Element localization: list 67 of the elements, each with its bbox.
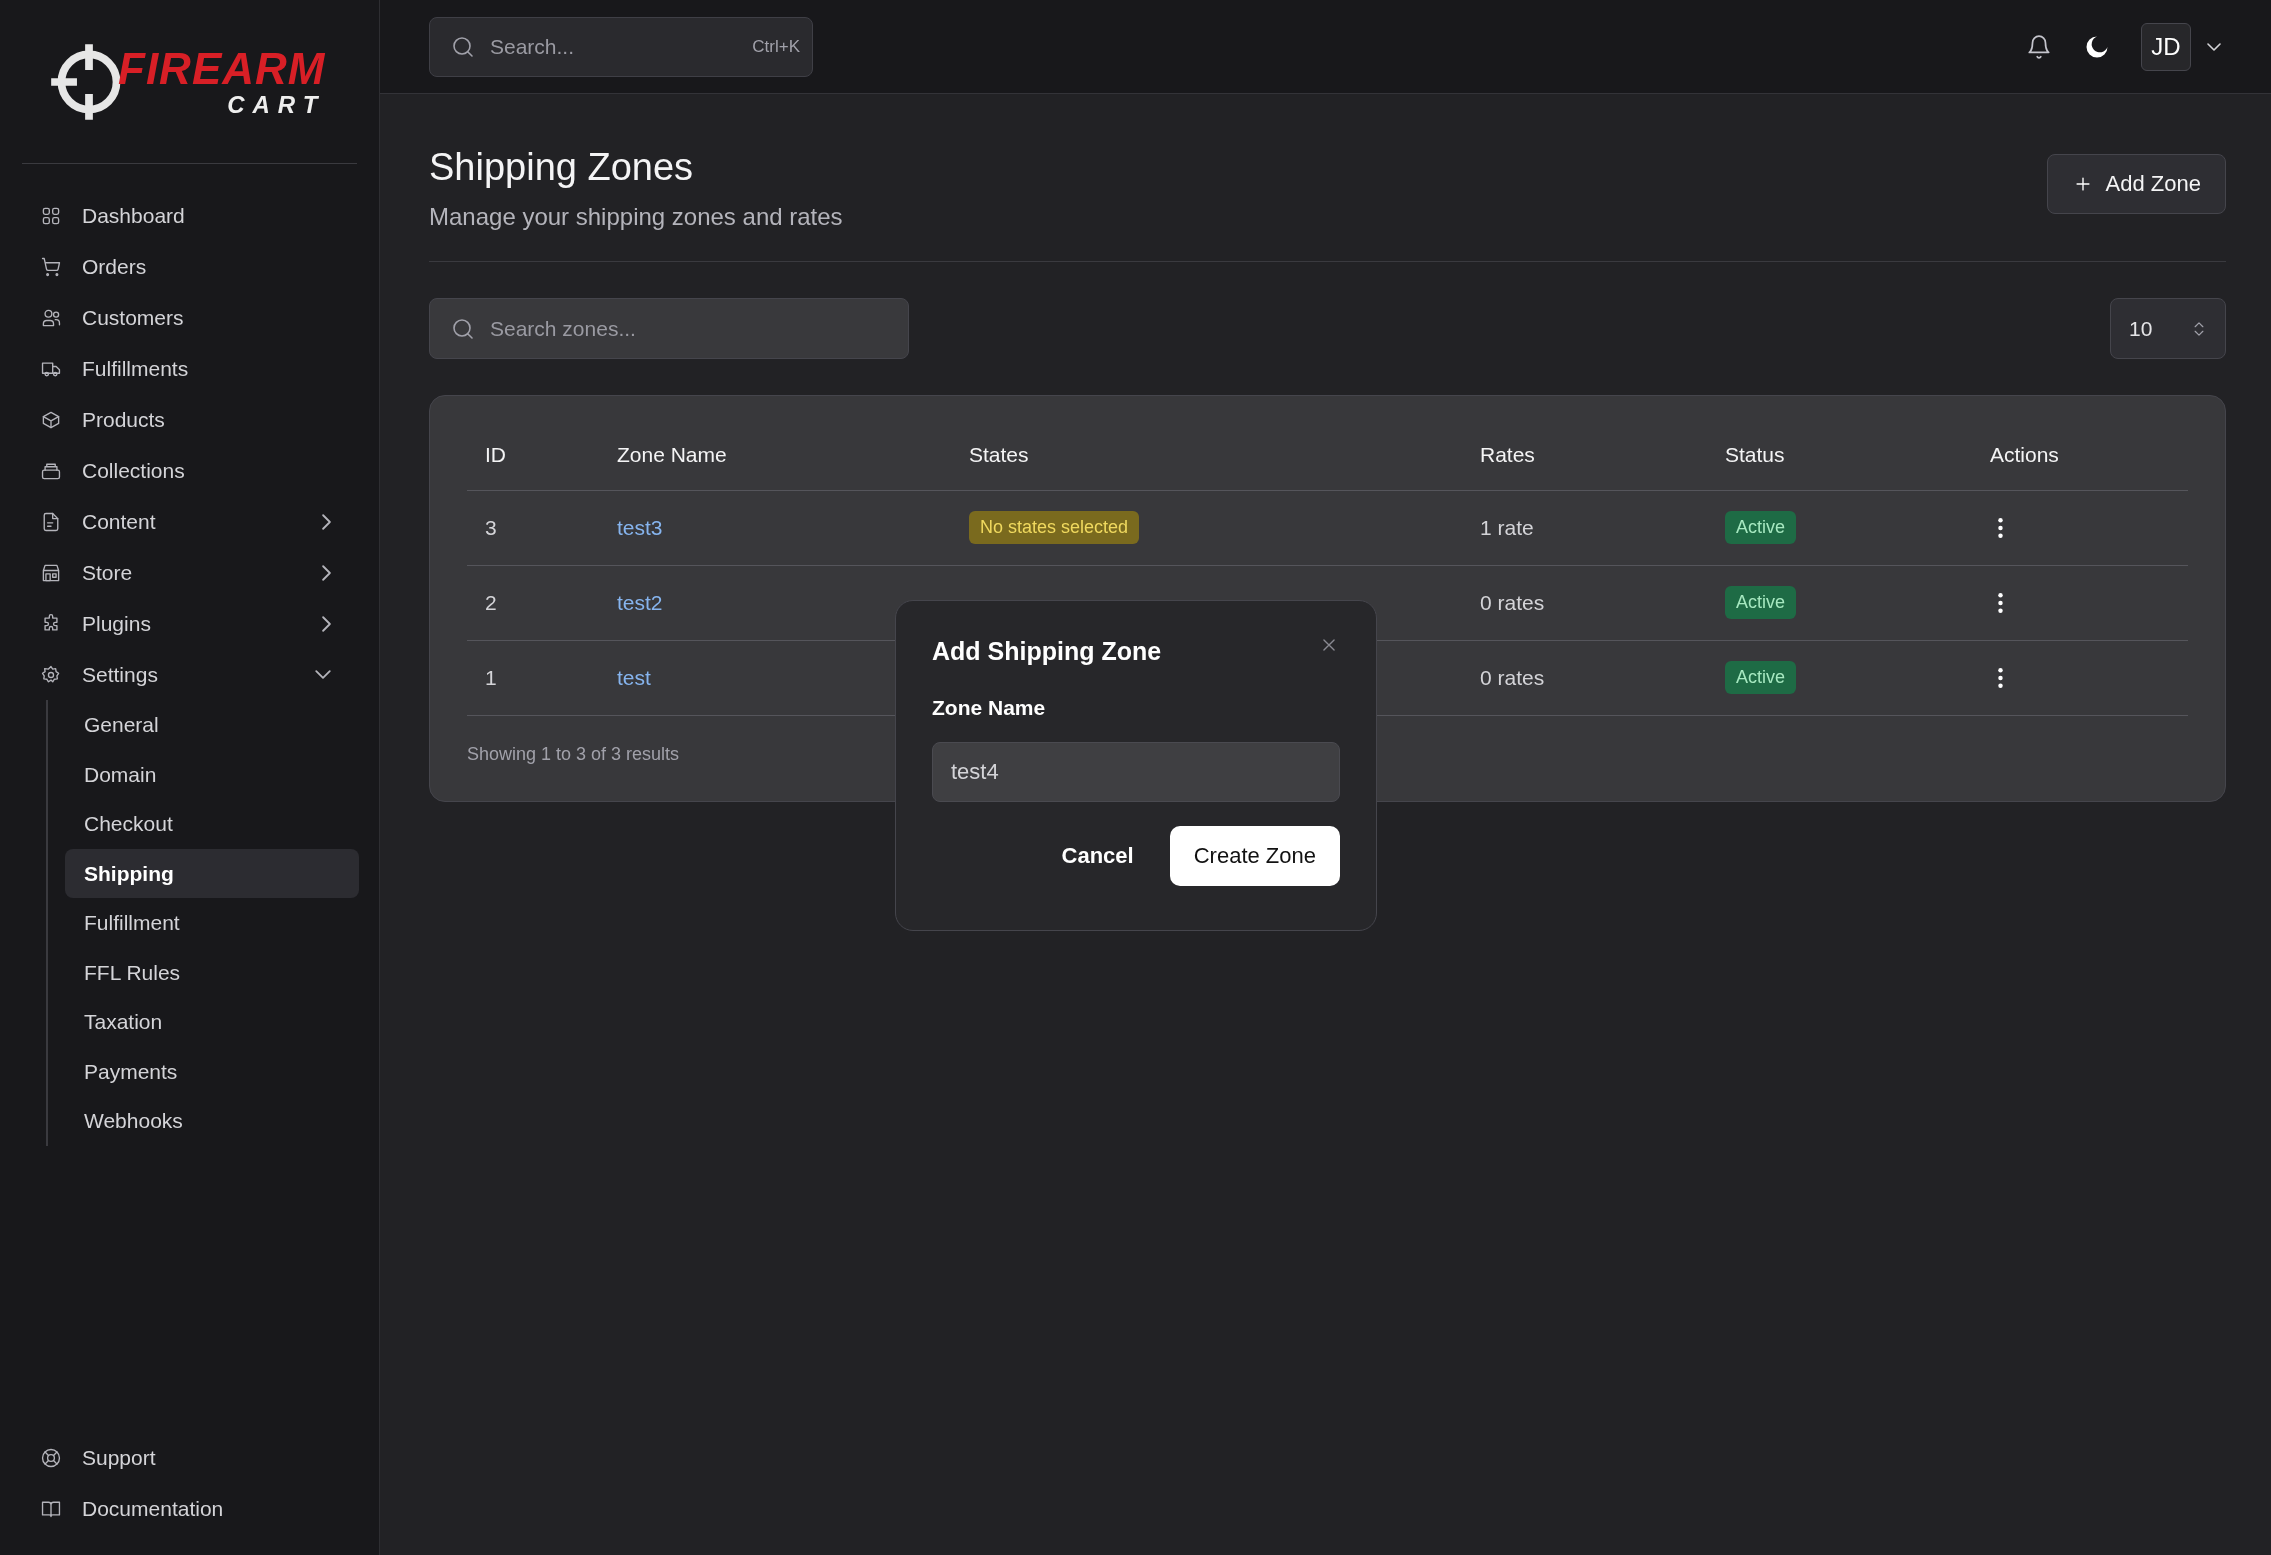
input-field[interactable]: test4 xyxy=(932,742,1340,802)
logo-subtitle: CART xyxy=(227,91,326,118)
column-header: Actions xyxy=(1972,420,2188,490)
nav-subitem[interactable]: Domain xyxy=(65,749,359,799)
bell-icon xyxy=(2025,32,2053,61)
table-cell: 1 rate xyxy=(1462,490,1707,565)
table-cell: 0 rates xyxy=(1462,640,1707,715)
table-cell: 0 rates xyxy=(1462,565,1707,640)
zone-link[interactable]: test3 xyxy=(617,515,663,539)
more-button[interactable] xyxy=(1998,592,2003,613)
column-header: Rates xyxy=(1462,420,1707,490)
search-field[interactable]: Search... Ctrl+K xyxy=(429,16,813,77)
zone-link[interactable]: test xyxy=(617,665,651,689)
nav-subitem[interactable]: Payments xyxy=(65,1046,359,1096)
status-badge: Active xyxy=(1725,511,1797,544)
page-title: Shipping Zones xyxy=(429,146,695,189)
column-header: Status xyxy=(1707,420,1972,490)
more-icon xyxy=(1998,592,2003,613)
status-badge: Active xyxy=(1725,661,1797,694)
add-zone-button[interactable]: Add Zone xyxy=(2046,154,2226,214)
nav-item[interactable]: Store xyxy=(20,547,359,598)
create-zone-button[interactable]: Create Zone xyxy=(1169,826,1340,886)
cancel-button[interactable]: Cancel xyxy=(1041,826,1154,886)
nav-subitem[interactable]: FFL Rules xyxy=(65,947,359,997)
nav-item[interactable]: Orders xyxy=(20,241,359,292)
lifebuoy-icon xyxy=(40,1446,62,1469)
nav-item[interactable]: Plugins xyxy=(20,598,359,649)
more-button[interactable] xyxy=(1998,517,2003,538)
column-header: Zone Name xyxy=(599,420,951,490)
field-label: Zone Name xyxy=(932,696,1047,720)
nav-subitem[interactable]: Taxation xyxy=(65,997,359,1047)
states-badge: No states selected xyxy=(969,511,1140,544)
table-cell: 1 xyxy=(467,640,599,715)
nav-item[interactable]: Settings xyxy=(20,649,359,700)
nav-subitem[interactable]: Webhooks xyxy=(65,1096,359,1146)
more-icon xyxy=(1998,667,2003,688)
nav-subitem[interactable]: Shipping xyxy=(65,848,359,898)
nav-item[interactable]: Content xyxy=(20,496,359,547)
chevron-icon xyxy=(2207,42,2221,51)
zone-link[interactable]: test2 xyxy=(617,590,663,614)
nav-item[interactable]: Documentation xyxy=(20,1483,359,1534)
nav-item[interactable]: Dashboard xyxy=(20,190,359,241)
nav-subitem[interactable]: Fulfillment xyxy=(65,898,359,948)
notifications-button[interactable] xyxy=(2025,32,2053,61)
shortcut-hint: Ctrl+K xyxy=(752,36,800,57)
nav-item[interactable]: Support xyxy=(20,1432,359,1483)
table-cell: 2 xyxy=(467,565,599,640)
nav-item[interactable]: Collections xyxy=(20,445,359,496)
logo-wordmark: FIREARM xyxy=(118,45,326,92)
more-button[interactable] xyxy=(1998,667,2003,688)
page-subtitle: Manage your shipping zones and rates xyxy=(429,203,843,231)
results-summary: Showing 1 to 3 of 3 results xyxy=(467,743,680,764)
nav-item[interactable]: Products xyxy=(20,394,359,445)
page-size-select[interactable]: 10 xyxy=(2110,298,2226,359)
cart-icon xyxy=(40,255,62,278)
column-header: States xyxy=(951,420,1462,490)
status-badge: Active xyxy=(1725,586,1797,619)
more-icon xyxy=(1998,517,2003,538)
search-field[interactable]: Search zones... xyxy=(429,298,909,359)
nav-item[interactable]: Customers xyxy=(20,292,359,343)
nav-item[interactable]: Fulfillments xyxy=(20,343,359,394)
nav-subitem[interactable]: Checkout xyxy=(65,799,359,849)
column-header: ID xyxy=(467,420,599,490)
dialog-title: Add Shipping Zone xyxy=(932,637,1162,666)
user-avatar[interactable]: JD xyxy=(2141,22,2191,71)
nav-subitem[interactable]: General xyxy=(65,700,359,750)
table-cell: 3 xyxy=(467,490,599,565)
